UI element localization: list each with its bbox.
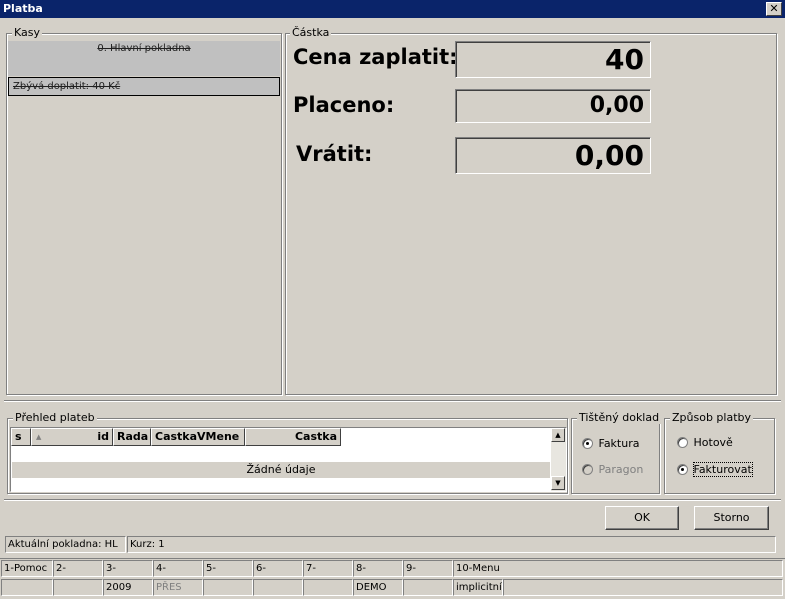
radio-hotove-label: Hotově: [693, 435, 733, 449]
fkey-info-3: 2009: [103, 579, 153, 596]
radio-button[interactable]: [677, 463, 688, 475]
fkey-info-9: [403, 579, 453, 596]
placeno-label: Placeno:: [293, 93, 395, 117]
fkey-info-bar: 2009 PŘES DEMO implicitní: [1, 579, 783, 596]
doklad-group: [571, 418, 660, 494]
fkey-info-7: [303, 579, 353, 596]
close-icon: ✕: [769, 2, 779, 15]
kasa-item-name: 0. Hlavní pokladna: [97, 43, 191, 54]
zpusob-group: [664, 418, 775, 494]
castka-group: [285, 33, 777, 395]
radio-hotove[interactable]: Hotově: [677, 435, 733, 449]
fkey-info-10: implicitní: [453, 579, 503, 596]
radio-fakturovat-label: Fakturovat: [692, 461, 753, 477]
scroll-down-icon[interactable]: ▼: [551, 476, 565, 490]
fkey-2[interactable]: 2-: [53, 560, 103, 577]
fkey-7[interactable]: 7-: [303, 560, 353, 577]
vertical-scrollbar[interactable]: ▲ ▼: [551, 428, 566, 491]
fkey-info-4: PŘES: [153, 579, 203, 596]
zpusob-legend: Způsob platby: [670, 411, 754, 424]
kasa-remaining: Zbývá doplatit: 40 Kč: [8, 77, 280, 96]
placeno-input[interactable]: 0,00: [455, 89, 651, 123]
radio-faktura-label: Faktura: [598, 436, 640, 450]
fkey-info-2: [53, 579, 103, 596]
scroll-up-icon[interactable]: ▲: [551, 428, 565, 442]
fkey-1[interactable]: 1-Pomoc: [1, 560, 53, 577]
radio-faktura[interactable]: Faktura: [582, 436, 639, 450]
fkey-3[interactable]: 3-: [103, 560, 153, 577]
storno-button[interactable]: Storno: [694, 506, 769, 530]
status-kurz: Kurz: 1: [127, 536, 776, 553]
fkey-info-6: [253, 579, 303, 596]
column-header-id[interactable]: ▲ id: [31, 428, 113, 446]
window-title: Platba: [3, 2, 43, 15]
kasy-legend: Kasy: [12, 26, 43, 39]
fkey-info-5: [203, 579, 253, 596]
close-button[interactable]: ✕: [766, 2, 782, 16]
fkey-4[interactable]: 4-: [153, 560, 203, 577]
column-header-rada[interactable]: Rada: [113, 428, 151, 446]
fkey-bar: 1-Pomoc 2- 3- 4- 5- 6- 7- 8- 9- 10-Menu: [1, 560, 783, 577]
fkey-8[interactable]: 8-: [353, 560, 403, 577]
fkey-info-filler: [503, 579, 783, 596]
vratit-label: Vrátit:: [296, 142, 373, 166]
column-header-s[interactable]: s: [11, 428, 31, 446]
fkey-5[interactable]: 5-: [203, 560, 253, 577]
radio-paragon-label: Paragon: [598, 462, 644, 476]
window-titlebar: Platba: [0, 0, 785, 18]
status-pokladna: Aktuální pokladna: HL: [5, 536, 126, 553]
payments-grid[interactable]: s ▲ id Rada CastkaVMene Castka Žádné úda…: [10, 427, 567, 492]
kasa-item[interactable]: 0. Hlavní pokladna: [8, 41, 280, 76]
fkey-info-1: [1, 579, 53, 596]
cena-value: 40: [455, 41, 651, 78]
column-header-id-label: id: [97, 430, 109, 443]
radio-paragon[interactable]: Paragon: [582, 462, 643, 476]
castka-legend: Částka: [290, 26, 332, 39]
ok-button[interactable]: OK: [605, 506, 679, 530]
vratit-value: 0,00: [455, 137, 651, 174]
divider: [4, 499, 781, 501]
radio-button[interactable]: [582, 463, 593, 475]
doklad-legend: Tištěný doklad: [577, 411, 662, 424]
fkey-6[interactable]: 6-: [253, 560, 303, 577]
radio-fakturovat[interactable]: Fakturovat: [677, 461, 753, 477]
divider: [4, 400, 781, 402]
column-header-castka[interactable]: Castka: [245, 428, 341, 446]
empty-row: Žádné údaje: [12, 462, 550, 478]
column-header-castkavmene[interactable]: CastkaVMene: [151, 428, 245, 446]
sort-asc-icon: ▲: [36, 433, 42, 441]
fkey-9[interactable]: 9-: [403, 560, 453, 577]
prehled-legend: Přehled plateb: [13, 411, 97, 424]
fkey-info-8: DEMO: [353, 579, 403, 596]
radio-button[interactable]: [677, 436, 688, 448]
fkey-10[interactable]: 10-Menu: [453, 560, 783, 577]
cena-label: Cena zaplatit:: [293, 45, 458, 69]
radio-button[interactable]: [582, 437, 593, 449]
